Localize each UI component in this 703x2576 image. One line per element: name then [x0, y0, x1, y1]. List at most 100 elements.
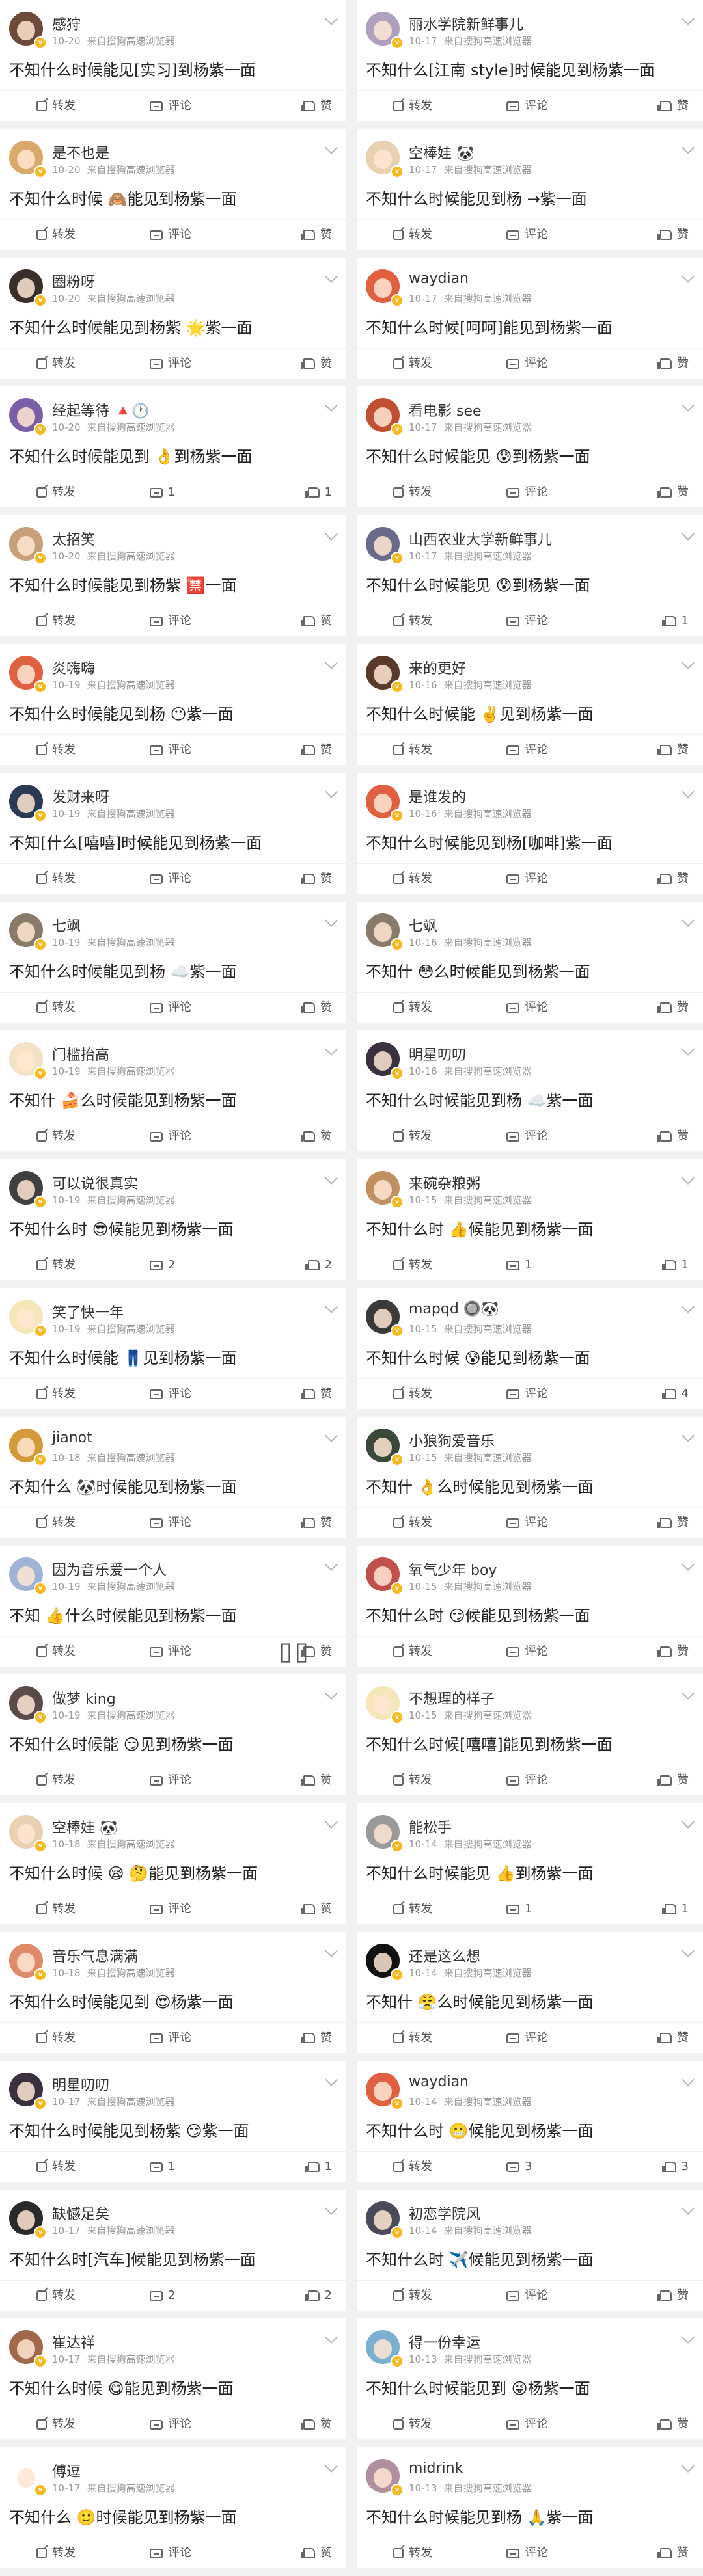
user-nickname[interactable]: 经起等待 🔺🕐: [52, 399, 150, 420]
like-button[interactable]: 赞: [301, 349, 332, 379]
like-button[interactable]: 4: [661, 1379, 689, 1409]
user-nickname[interactable]: 是不也是: [52, 142, 109, 163]
chevron-down-icon[interactable]: [325, 1429, 338, 1442]
comment-button[interactable]: 1: [150, 2152, 175, 2182]
repost-button[interactable]: 转发: [393, 1379, 432, 1409]
repost-button[interactable]: 转发: [36, 477, 76, 507]
user-nickname[interactable]: 笑了快一年: [52, 1301, 124, 1322]
repost-button[interactable]: 转发: [393, 2023, 432, 2053]
comment-button[interactable]: 评论: [150, 1894, 191, 1924]
like-button[interactable]: 赞: [657, 2409, 689, 2439]
like-button[interactable]: 赞: [657, 2281, 689, 2311]
comment-button[interactable]: 评论: [506, 2538, 548, 2568]
like-button[interactable]: 赞: [301, 1379, 332, 1409]
repost-button[interactable]: 转发: [393, 2152, 432, 2182]
chevron-down-icon[interactable]: [682, 1172, 695, 1185]
like-button[interactable]: 3: [661, 2152, 689, 2182]
like-button[interactable]: 赞: [301, 1121, 332, 1151]
repost-button[interactable]: 转发: [393, 1637, 432, 1667]
chevron-down-icon[interactable]: [325, 1300, 338, 1313]
chevron-down-icon[interactable]: [325, 2073, 338, 2086]
like-button[interactable]: 赞: [657, 1637, 689, 1667]
user-nickname[interactable]: 崔达祥: [52, 2331, 95, 2352]
like-button[interactable]: 赞: [657, 735, 689, 765]
chevron-down-icon[interactable]: [325, 141, 338, 154]
like-button[interactable]: 赞: [657, 1121, 689, 1151]
repost-button[interactable]: 转发: [36, 1250, 76, 1280]
repost-button[interactable]: 转发: [36, 1508, 76, 1538]
like-button[interactable]: 赞: [657, 864, 689, 894]
comment-button[interactable]: 2: [150, 1250, 175, 1280]
chevron-down-icon[interactable]: [682, 1816, 695, 1829]
user-nickname[interactable]: 感狩: [52, 13, 81, 34]
repost-button[interactable]: 转发: [36, 2538, 76, 2568]
chevron-down-icon[interactable]: [682, 2331, 695, 2344]
comment-button[interactable]: 3: [506, 2152, 532, 2182]
user-nickname[interactable]: 傅逗: [52, 2460, 81, 2481]
chevron-down-icon[interactable]: [325, 2202, 338, 2215]
comment-button[interactable]: 评论: [150, 1379, 191, 1409]
user-nickname[interactable]: 可以说很真实: [52, 1172, 138, 1193]
like-button[interactable]: 赞: [301, 735, 332, 765]
repost-button[interactable]: 转发: [393, 1765, 432, 1795]
repost-button[interactable]: 转发: [393, 1121, 432, 1151]
user-nickname[interactable]: 明星叨叨: [409, 1043, 466, 1064]
user-nickname[interactable]: 看电影 see: [409, 399, 482, 420]
user-nickname[interactable]: 还是这么想: [409, 1945, 480, 1966]
comment-button[interactable]: 评论: [506, 2409, 548, 2439]
chevron-down-icon[interactable]: [682, 1043, 695, 1056]
comment-button[interactable]: 评论: [150, 1637, 191, 1667]
comment-button[interactable]: 评论: [150, 993, 191, 1023]
like-button[interactable]: 1: [305, 2152, 332, 2182]
like-button[interactable]: 赞: [301, 2023, 332, 2053]
chevron-down-icon[interactable]: [325, 1172, 338, 1185]
chevron-down-icon[interactable]: [325, 656, 338, 669]
chevron-down-icon[interactable]: [325, 399, 338, 412]
chevron-down-icon[interactable]: [682, 1300, 695, 1313]
chevron-down-icon[interactable]: [682, 785, 695, 798]
repost-button[interactable]: 转发: [36, 2152, 76, 2182]
repost-button[interactable]: 转发: [36, 1121, 76, 1151]
comment-button[interactable]: 评论: [506, 1765, 548, 1795]
repost-button[interactable]: 转发: [393, 477, 432, 507]
comment-button[interactable]: 评论: [150, 606, 191, 636]
like-button[interactable]: 1: [661, 1250, 689, 1280]
comment-button[interactable]: 评论: [506, 1508, 548, 1538]
like-button[interactable]: 赞: [301, 2538, 332, 2568]
user-nickname[interactable]: midrink: [409, 2460, 463, 2476]
user-nickname[interactable]: 圈粉呀: [52, 271, 95, 291]
like-button[interactable]: 赞: [301, 1765, 332, 1795]
repost-button[interactable]: 转发: [393, 91, 432, 121]
chevron-down-icon[interactable]: [682, 1687, 695, 1700]
user-nickname[interactable]: 初恋学院风: [409, 2203, 480, 2223]
user-nickname[interactable]: 发财来呀: [52, 786, 109, 807]
repost-button[interactable]: 转发: [36, 1765, 76, 1795]
comment-button[interactable]: 评论: [150, 349, 191, 379]
comment-button[interactable]: 评论: [506, 477, 548, 507]
chevron-down-icon[interactable]: [682, 914, 695, 927]
repost-button[interactable]: 转发: [393, 1250, 432, 1280]
repost-button[interactable]: 转发: [36, 1637, 76, 1667]
repost-button[interactable]: 转发: [36, 993, 76, 1023]
like-button[interactable]: 赞: [301, 220, 332, 250]
comment-button[interactable]: 评论: [506, 735, 548, 765]
repost-button[interactable]: 转发: [36, 2281, 76, 2311]
user-nickname[interactable]: 缺憾足矣: [52, 2203, 109, 2223]
comment-button[interactable]: 评论: [150, 2538, 191, 2568]
comment-button[interactable]: 1: [506, 1894, 532, 1924]
repost-button[interactable]: 转发: [36, 1379, 76, 1409]
comment-button[interactable]: 评论: [506, 349, 548, 379]
user-nickname[interactable]: 来的更好: [409, 657, 466, 678]
user-nickname[interactable]: 空棒娃 🐼: [52, 1816, 117, 1837]
user-nickname[interactable]: 来碗杂粮粥: [409, 1172, 480, 1193]
comment-button[interactable]: 评论: [506, 606, 548, 636]
chevron-down-icon[interactable]: [682, 656, 695, 669]
comment-button[interactable]: 1: [150, 477, 175, 507]
repost-button[interactable]: 转发: [36, 2023, 76, 2053]
comment-button[interactable]: 评论: [506, 2023, 548, 2053]
user-nickname[interactable]: 能松手: [409, 1816, 452, 1837]
repost-button[interactable]: 转发: [393, 1508, 432, 1538]
like-button[interactable]: 赞: [657, 2023, 689, 2053]
repost-button[interactable]: 转发: [36, 864, 76, 894]
like-button[interactable]: 赞: [301, 864, 332, 894]
